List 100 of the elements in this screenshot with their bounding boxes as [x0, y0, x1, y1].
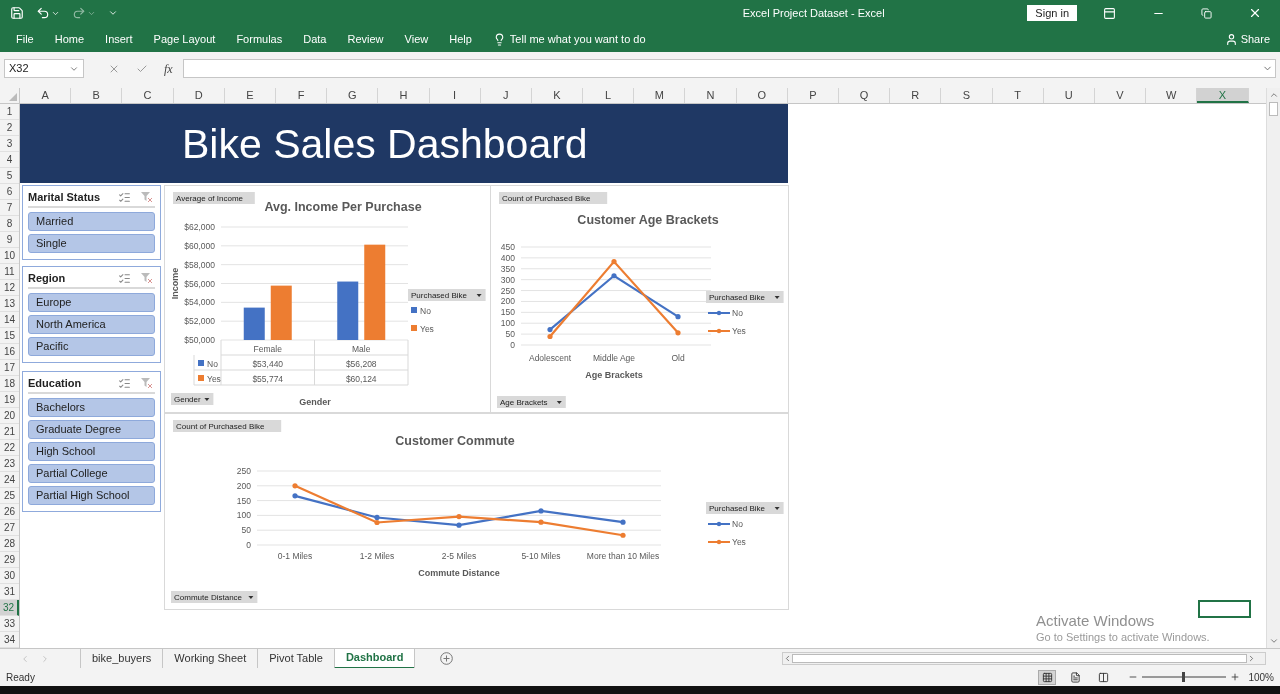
scroll-thumb[interactable] [792, 654, 1247, 663]
row-header[interactable]: 1 [0, 104, 19, 120]
undo-icon[interactable] [36, 6, 50, 20]
name-box[interactable]: X32 [4, 59, 84, 78]
insert-function-button[interactable]: fx [164, 59, 173, 78]
ribbon-tab[interactable]: Help [449, 30, 472, 48]
slicer-item[interactable]: High School [28, 442, 155, 461]
ribbon-tab[interactable]: Insert [105, 30, 133, 48]
scroll-thumb[interactable] [1269, 102, 1278, 116]
ribbon-tab[interactable]: Page Layout [153, 30, 216, 48]
row-header[interactable]: 27 [0, 520, 19, 536]
slicer-item[interactable]: Married [28, 212, 155, 231]
row-header[interactable]: 10 [0, 248, 19, 264]
column-header[interactable]: C [122, 88, 174, 103]
row-header[interactable]: 19 [0, 392, 19, 408]
row-header[interactable]: 22 [0, 440, 19, 456]
clear-filter-icon[interactable] [141, 377, 153, 389]
ribbon-tab[interactable]: Data [303, 30, 327, 48]
column-header[interactable]: E [224, 88, 276, 103]
save-icon[interactable] [10, 6, 24, 20]
row-header[interactable]: 20 [0, 408, 19, 424]
field-button[interactable]: Gender [171, 393, 214, 405]
sheet-tab[interactable]: Dashboard [333, 648, 415, 669]
field-button[interactable]: Age Brackets [497, 396, 566, 408]
horizontal-scrollbar[interactable] [782, 652, 1266, 665]
slicer-item[interactable]: Europe [28, 293, 155, 312]
field-button[interactable]: Average of Income [173, 192, 255, 204]
field-button[interactable]: Commute Distance [171, 591, 258, 603]
multi-select-icon[interactable] [118, 376, 131, 390]
column-header[interactable]: M [634, 88, 686, 103]
scroll-down-icon[interactable] [1268, 636, 1279, 646]
vertical-scrollbar[interactable] [1266, 88, 1280, 648]
row-header[interactable]: 12 [0, 280, 19, 296]
zoom-slider-thumb[interactable] [1182, 672, 1186, 682]
column-header[interactable]: F [275, 88, 328, 103]
selected-cell[interactable] [1197, 600, 1251, 618]
ribbon-tab[interactable]: File [16, 30, 34, 48]
ribbon-tab[interactable]: Home [54, 30, 85, 48]
row-header[interactable]: 16 [0, 344, 19, 360]
slicer-item[interactable]: Pacific [28, 337, 155, 356]
customize-toolbar-icon[interactable] [108, 8, 118, 18]
column-header[interactable]: B [71, 88, 123, 103]
sign-in-button[interactable]: Sign in [1027, 5, 1077, 21]
column-header[interactable]: A [20, 88, 72, 103]
row-header[interactable]: 18 [0, 376, 19, 392]
column-header[interactable]: N [685, 88, 737, 103]
column-header[interactable]: S [941, 88, 993, 103]
row-header[interactable]: 15 [0, 328, 19, 344]
clear-filter-icon[interactable] [141, 272, 153, 284]
zoom-level[interactable]: 100% [1248, 669, 1274, 685]
row-header[interactable]: 29 [0, 552, 19, 568]
slicer-item[interactable]: Partial College [28, 464, 155, 483]
column-header[interactable]: X [1197, 88, 1249, 103]
scroll-left-icon[interactable] [783, 654, 792, 663]
row-header[interactable]: 28 [0, 536, 19, 552]
row-header[interactable]: 2 [0, 120, 19, 136]
row-header[interactable]: 5 [0, 168, 19, 184]
row-header[interactable]: 30 [0, 568, 19, 584]
row-header[interactable]: 24 [0, 472, 19, 488]
column-header[interactable]: O [736, 88, 788, 103]
tell-me-field[interactable]: Tell me what you want to do [492, 30, 646, 48]
clear-filter-icon[interactable] [141, 191, 153, 203]
zoom-slider-track[interactable] [1142, 671, 1227, 683]
ribbon-tab[interactable]: View [404, 30, 429, 48]
field-button[interactable]: Purchased Bike [706, 502, 784, 514]
row-header[interactable]: 14 [0, 312, 19, 328]
slicer-item[interactable]: Single [28, 234, 155, 253]
slicer-item[interactable]: Partial High School [28, 486, 155, 505]
field-button[interactable]: Purchased Bike [408, 289, 486, 301]
ribbon-tab[interactable]: Review [347, 30, 384, 48]
field-button[interactable]: Count of Purchased Bike [499, 192, 608, 204]
multi-select-icon[interactable] [118, 190, 131, 204]
field-button[interactable]: Count of Purchased Bike [173, 420, 282, 432]
redo-icon[interactable] [72, 6, 86, 20]
scroll-right-icon[interactable] [1247, 654, 1256, 663]
slicer-item[interactable]: Bachelors [28, 398, 155, 417]
ribbon-tab[interactable]: Formulas [236, 30, 283, 48]
column-header[interactable]: Q [839, 88, 891, 103]
view-button[interactable] [1038, 669, 1057, 685]
zoom-in-icon[interactable] [1230, 672, 1241, 682]
slicer-item[interactable]: North America [28, 315, 155, 334]
row-header[interactable]: 8 [0, 216, 19, 232]
row-header[interactable]: 33 [0, 616, 19, 632]
row-header[interactable]: 25 [0, 488, 19, 504]
close-icon[interactable] [1248, 6, 1262, 20]
row-header[interactable]: 7 [0, 200, 19, 216]
column-header[interactable]: H [378, 88, 430, 103]
column-header[interactable]: T [992, 88, 1044, 103]
row-header[interactable]: 3 [0, 136, 19, 152]
column-header[interactable]: U [1043, 88, 1095, 103]
share-button[interactable]: Share [1224, 30, 1270, 48]
column-header[interactable]: K [531, 88, 584, 103]
column-header[interactable]: J [480, 88, 532, 103]
column-header[interactable]: D [173, 88, 225, 103]
field-button[interactable]: Purchased Bike [706, 291, 784, 303]
row-header[interactable]: 21 [0, 424, 19, 440]
select-all-icon[interactable] [9, 93, 17, 101]
row-header[interactable]: 17 [0, 360, 19, 376]
ribbon-display-icon[interactable] [1103, 6, 1116, 20]
add-sheet-icon[interactable] [440, 652, 454, 665]
